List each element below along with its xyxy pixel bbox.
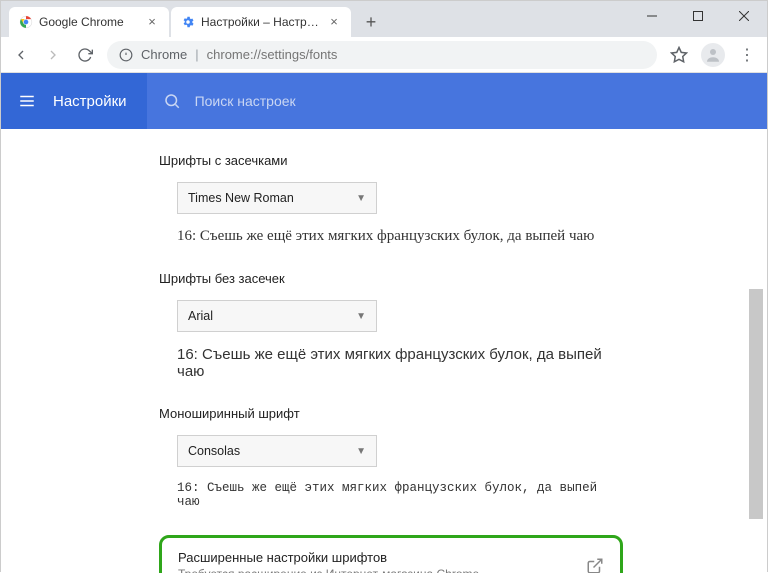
page-title: Настройки	[53, 93, 147, 110]
chrome-icon	[19, 15, 33, 29]
right-gutter	[643, 129, 767, 573]
sans-font-sample: 16: Съешь же ещё этих мягких французских…	[177, 346, 623, 380]
external-link-icon	[586, 557, 604, 573]
tab-title: Google Chrome	[39, 15, 139, 29]
serif-font-value: Times New Roman	[188, 191, 294, 205]
sans-font-label: Шрифты без засечек	[159, 271, 623, 286]
tab-google-chrome[interactable]: Google Chrome ×	[9, 7, 169, 37]
advanced-title: Расширенные настройки шрифтов	[178, 550, 479, 565]
chevron-down-icon: ▼	[356, 446, 366, 457]
chevron-down-icon: ▼	[356, 193, 366, 204]
url-separator: |	[195, 47, 198, 62]
settings-search[interactable]	[147, 73, 767, 129]
scrollbar[interactable]	[751, 129, 765, 573]
close-icon[interactable]: ×	[327, 15, 341, 29]
tab-strip: Google Chrome × Настройки – Настроить шр…	[1, 1, 767, 37]
close-icon[interactable]: ×	[145, 15, 159, 29]
url-scheme: Chrome	[141, 47, 187, 62]
tab-title: Настройки – Настроить шрифт	[201, 15, 321, 29]
browser-toolbar: Chrome | chrome://settings/fonts ⋮	[1, 37, 767, 73]
gear-icon	[181, 15, 195, 29]
advanced-font-settings-link[interactable]: Расширенные настройки шрифтов Требуется …	[159, 535, 623, 573]
search-input[interactable]	[195, 93, 751, 109]
menu-button[interactable]	[1, 92, 53, 110]
search-icon	[163, 92, 181, 110]
serif-font-label: Шрифты с засечками	[159, 153, 623, 168]
tab-settings-fonts[interactable]: Настройки – Настроить шрифт ×	[171, 7, 351, 37]
window-controls	[629, 1, 767, 37]
bookmark-star-icon[interactable]	[669, 45, 689, 65]
mono-font-value: Consolas	[188, 444, 240, 458]
sans-font-value: Arial	[188, 309, 213, 323]
advanced-subtitle: Требуется расширение из Интернет-магазин…	[178, 567, 479, 573]
address-bar[interactable]: Chrome | chrome://settings/fonts	[107, 41, 657, 69]
sans-font-select[interactable]: Arial ▼	[177, 300, 377, 332]
serif-font-select[interactable]: Times New Roman ▼	[177, 182, 377, 214]
forward-button[interactable]	[43, 45, 63, 65]
font-settings-panel: Шрифты с засечками Times New Roman ▼ 16:…	[151, 129, 643, 573]
mono-font-sample: 16: Съешь же ещё этих мягких французских…	[177, 481, 623, 509]
browser-menu-button[interactable]: ⋮	[737, 45, 757, 65]
scrollbar-thumb[interactable]	[749, 289, 763, 519]
profile-avatar[interactable]	[701, 43, 725, 67]
close-window-button[interactable]	[721, 1, 767, 31]
reload-button[interactable]	[75, 45, 95, 65]
mono-font-label: Моноширинный шрифт	[159, 406, 623, 421]
new-tab-button[interactable]: +	[357, 8, 385, 36]
maximize-button[interactable]	[675, 1, 721, 31]
settings-content: Шрифты с засечками Times New Roman ▼ 16:…	[1, 129, 767, 573]
minimize-button[interactable]	[629, 1, 675, 31]
chevron-down-icon: ▼	[356, 311, 366, 322]
site-info-icon[interactable]	[119, 48, 133, 62]
settings-header: Настройки	[1, 73, 767, 129]
back-button[interactable]	[11, 45, 31, 65]
mono-font-select[interactable]: Consolas ▼	[177, 435, 377, 467]
left-gutter	[1, 129, 151, 573]
serif-font-sample: 16: Съешь же ещё этих мягких французских…	[177, 228, 623, 245]
url-path: chrome://settings/fonts	[207, 47, 338, 62]
